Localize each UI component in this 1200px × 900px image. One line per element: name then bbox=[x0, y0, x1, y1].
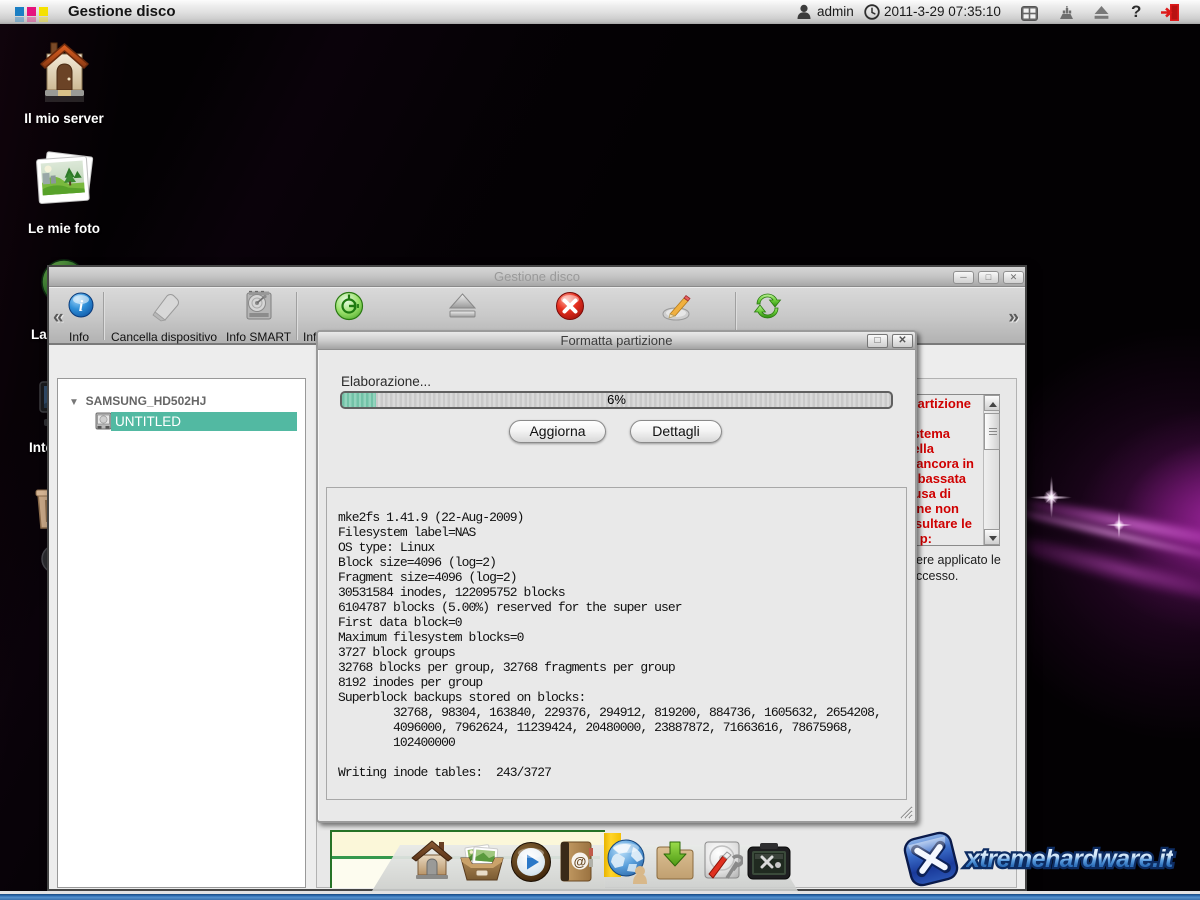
svg-text:@: @ bbox=[574, 854, 587, 869]
svg-text:i: i bbox=[79, 298, 84, 315]
